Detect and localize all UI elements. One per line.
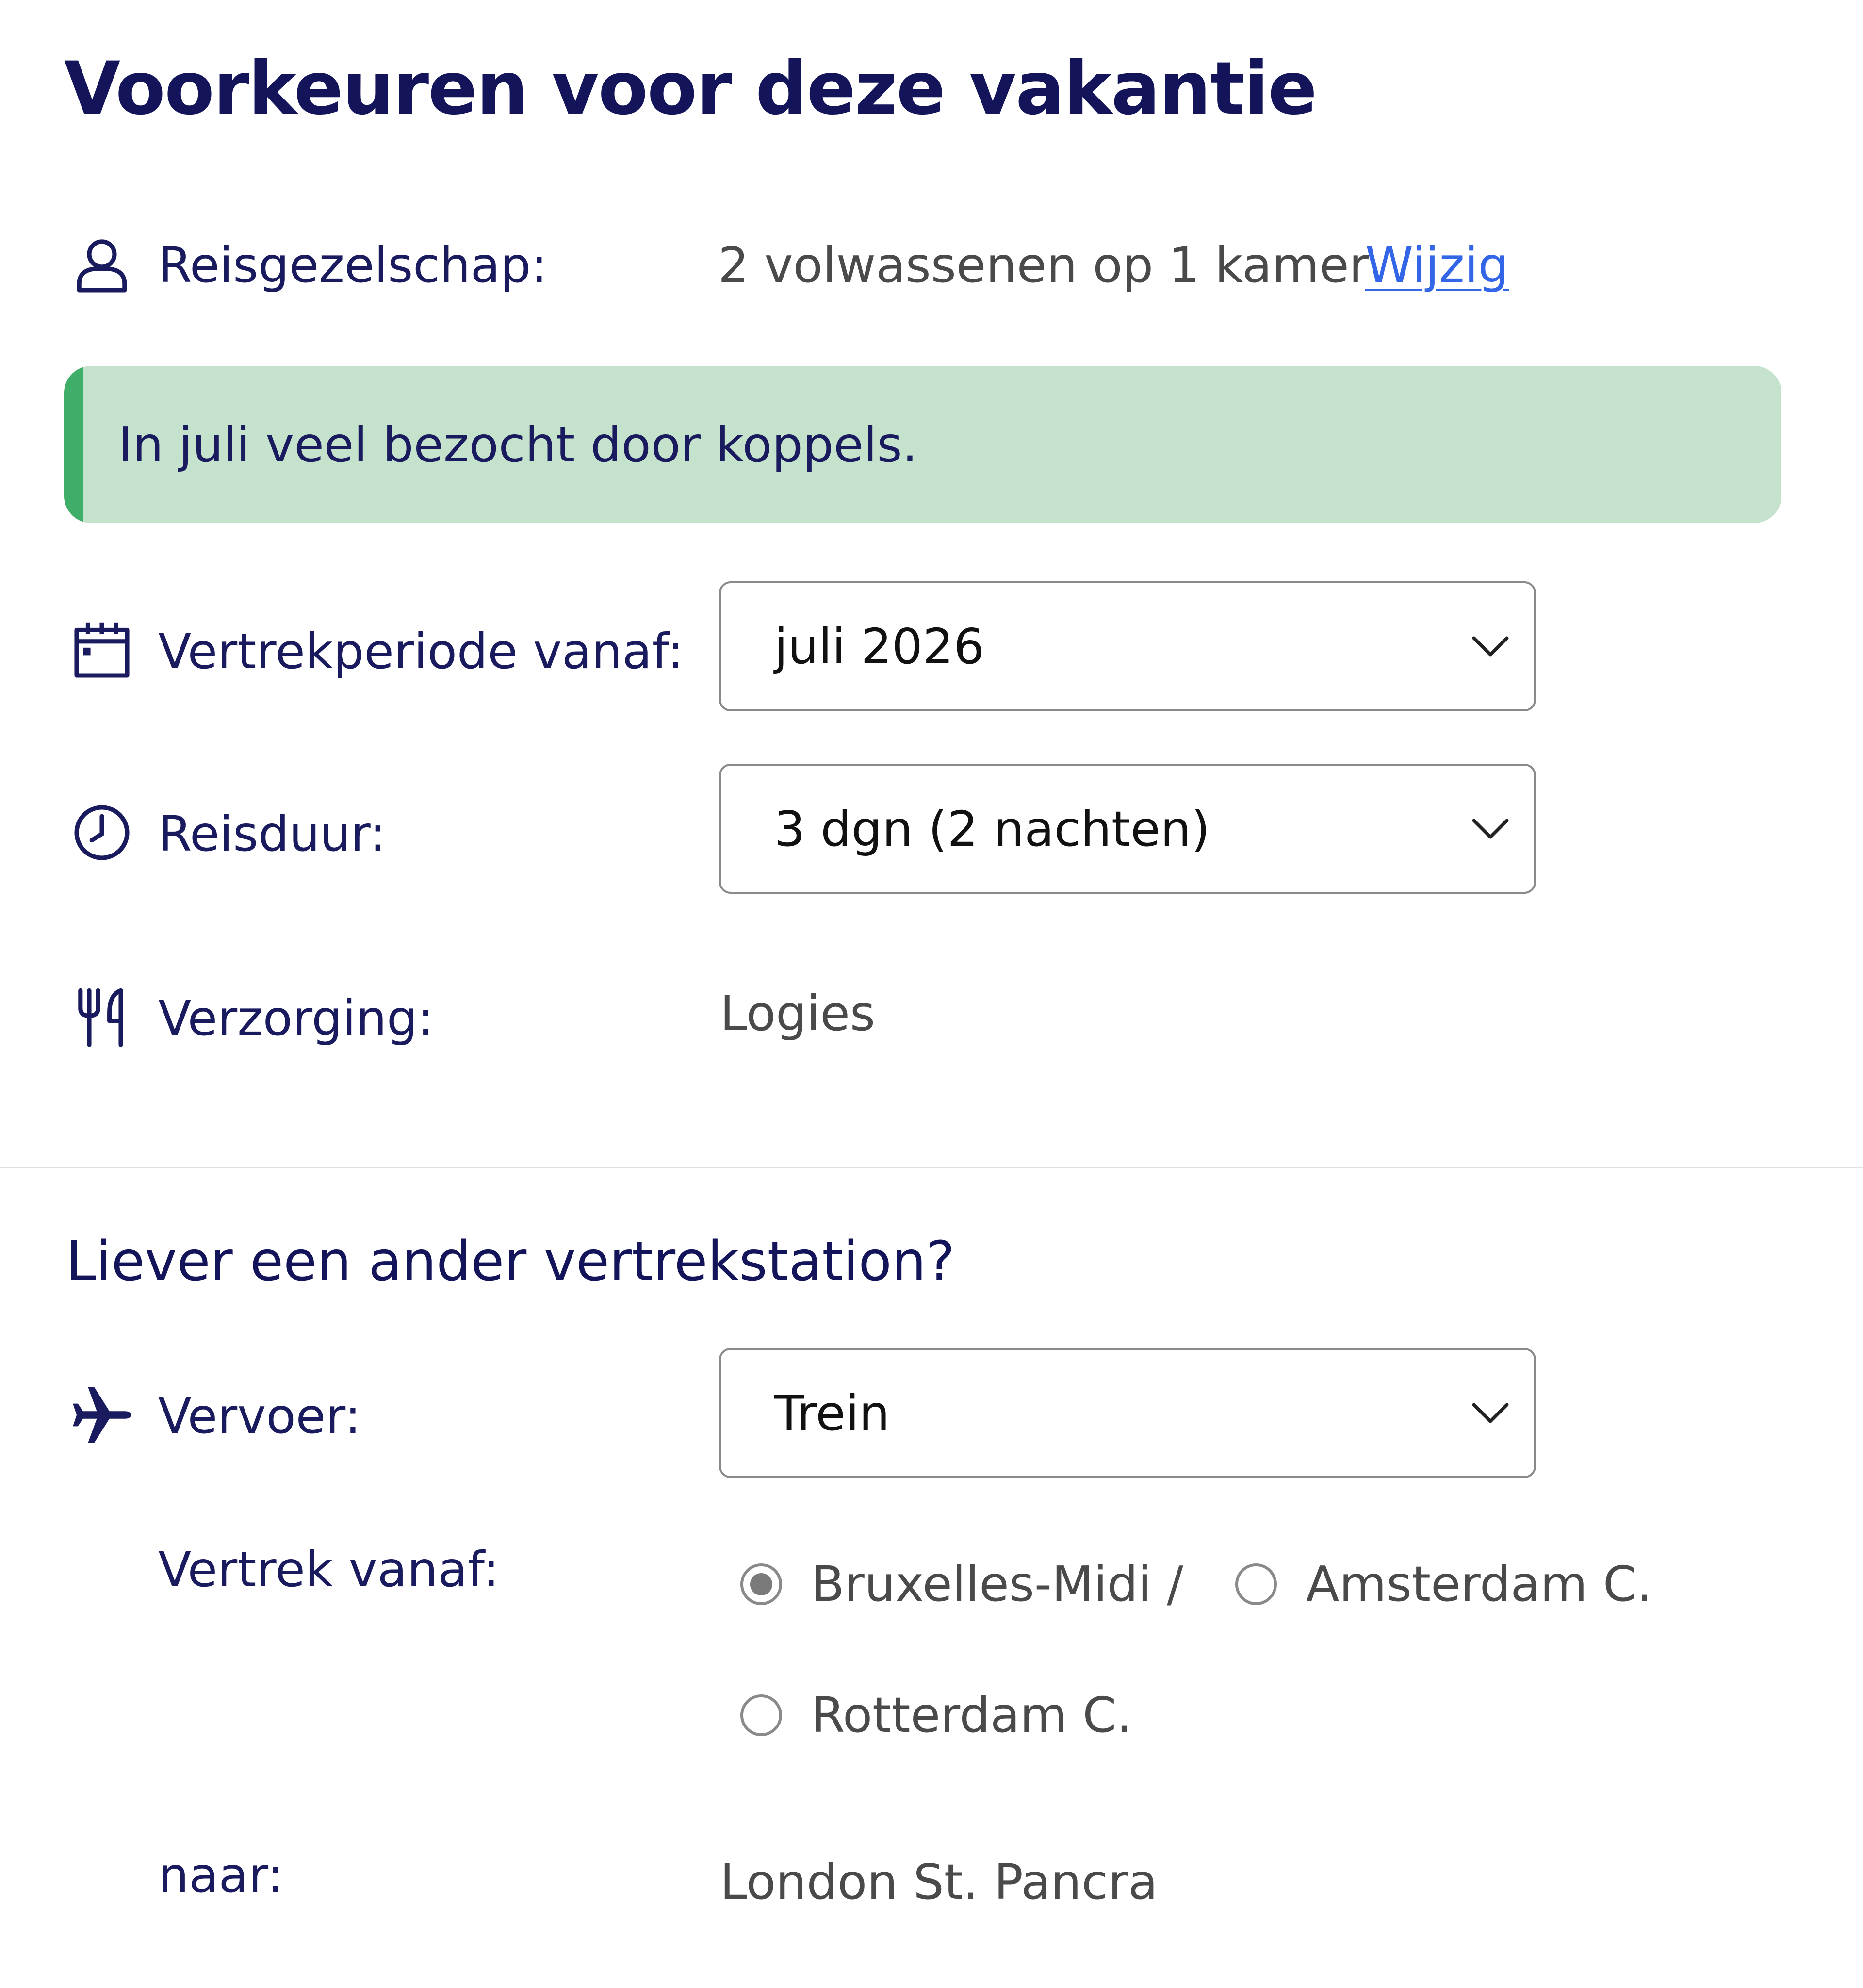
transport-label: Vervoer: [158, 1388, 361, 1445]
person-icon [68, 231, 136, 299]
page-title: Voorkeuren voor deze vakantie [64, 47, 1317, 131]
radio-amsterdam-c[interactable]: Amsterdam C. [1235, 1556, 1652, 1612]
travel-party-label: Reisgezelschap: [158, 237, 548, 294]
transport-select[interactable]: Trein [719, 1348, 1536, 1478]
duration-label: Reisduur: [158, 805, 386, 862]
radio-label: Amsterdam C. [1306, 1556, 1652, 1612]
clock-icon [68, 799, 136, 867]
transport-value: Trein [774, 1384, 890, 1442]
chevron-down-icon [1472, 1403, 1509, 1423]
cutlery-icon [68, 983, 136, 1051]
notice-text: In juli veel bezocht door koppels. [118, 416, 918, 473]
chevron-down-icon [1472, 636, 1509, 657]
departure-period-value: juli 2026 [774, 618, 985, 675]
airplane-icon [68, 1381, 136, 1449]
departure-period-select[interactable]: juli 2026 [719, 581, 1536, 711]
board-value: Logies [720, 985, 876, 1042]
radio-button[interactable] [1235, 1563, 1277, 1605]
info-notice: In juli veel bezocht door koppels. [64, 366, 1781, 523]
radio-button[interactable] [740, 1694, 782, 1736]
departure-period-label: Vertrekperiode vanaf: [158, 623, 684, 680]
station-section-title: Liever een ander vertrekstation? [66, 1230, 955, 1293]
radio-label: Rotterdam C. [811, 1687, 1132, 1743]
radio-bruxelles-midi[interactable]: Bruxelles-Midi / [740, 1556, 1183, 1612]
duration-value: 3 dgn (2 nachten) [774, 800, 1210, 857]
radio-rotterdam-c[interactable]: Rotterdam C. [740, 1687, 1132, 1743]
departure-from-label: Vertrek vanaf: [158, 1541, 500, 1598]
radio-label: Bruxelles-Midi / [811, 1556, 1183, 1612]
destination-label: naar: [158, 1847, 284, 1904]
notice-accent-bar [64, 366, 83, 523]
change-travel-party-link[interactable]: Wijzig [1365, 237, 1509, 294]
destination-value: London St. Pancra [720, 1854, 1158, 1910]
radio-button-checked[interactable] [740, 1563, 782, 1605]
board-label: Verzorging: [158, 990, 434, 1047]
travel-party-value: 2 volwassenen op 1 kamer [718, 237, 1369, 294]
chevron-down-icon [1472, 819, 1509, 839]
calendar-icon [68, 616, 136, 684]
duration-select[interactable]: 3 dgn (2 nachten) [719, 764, 1536, 894]
section-divider [0, 1167, 1863, 1168]
